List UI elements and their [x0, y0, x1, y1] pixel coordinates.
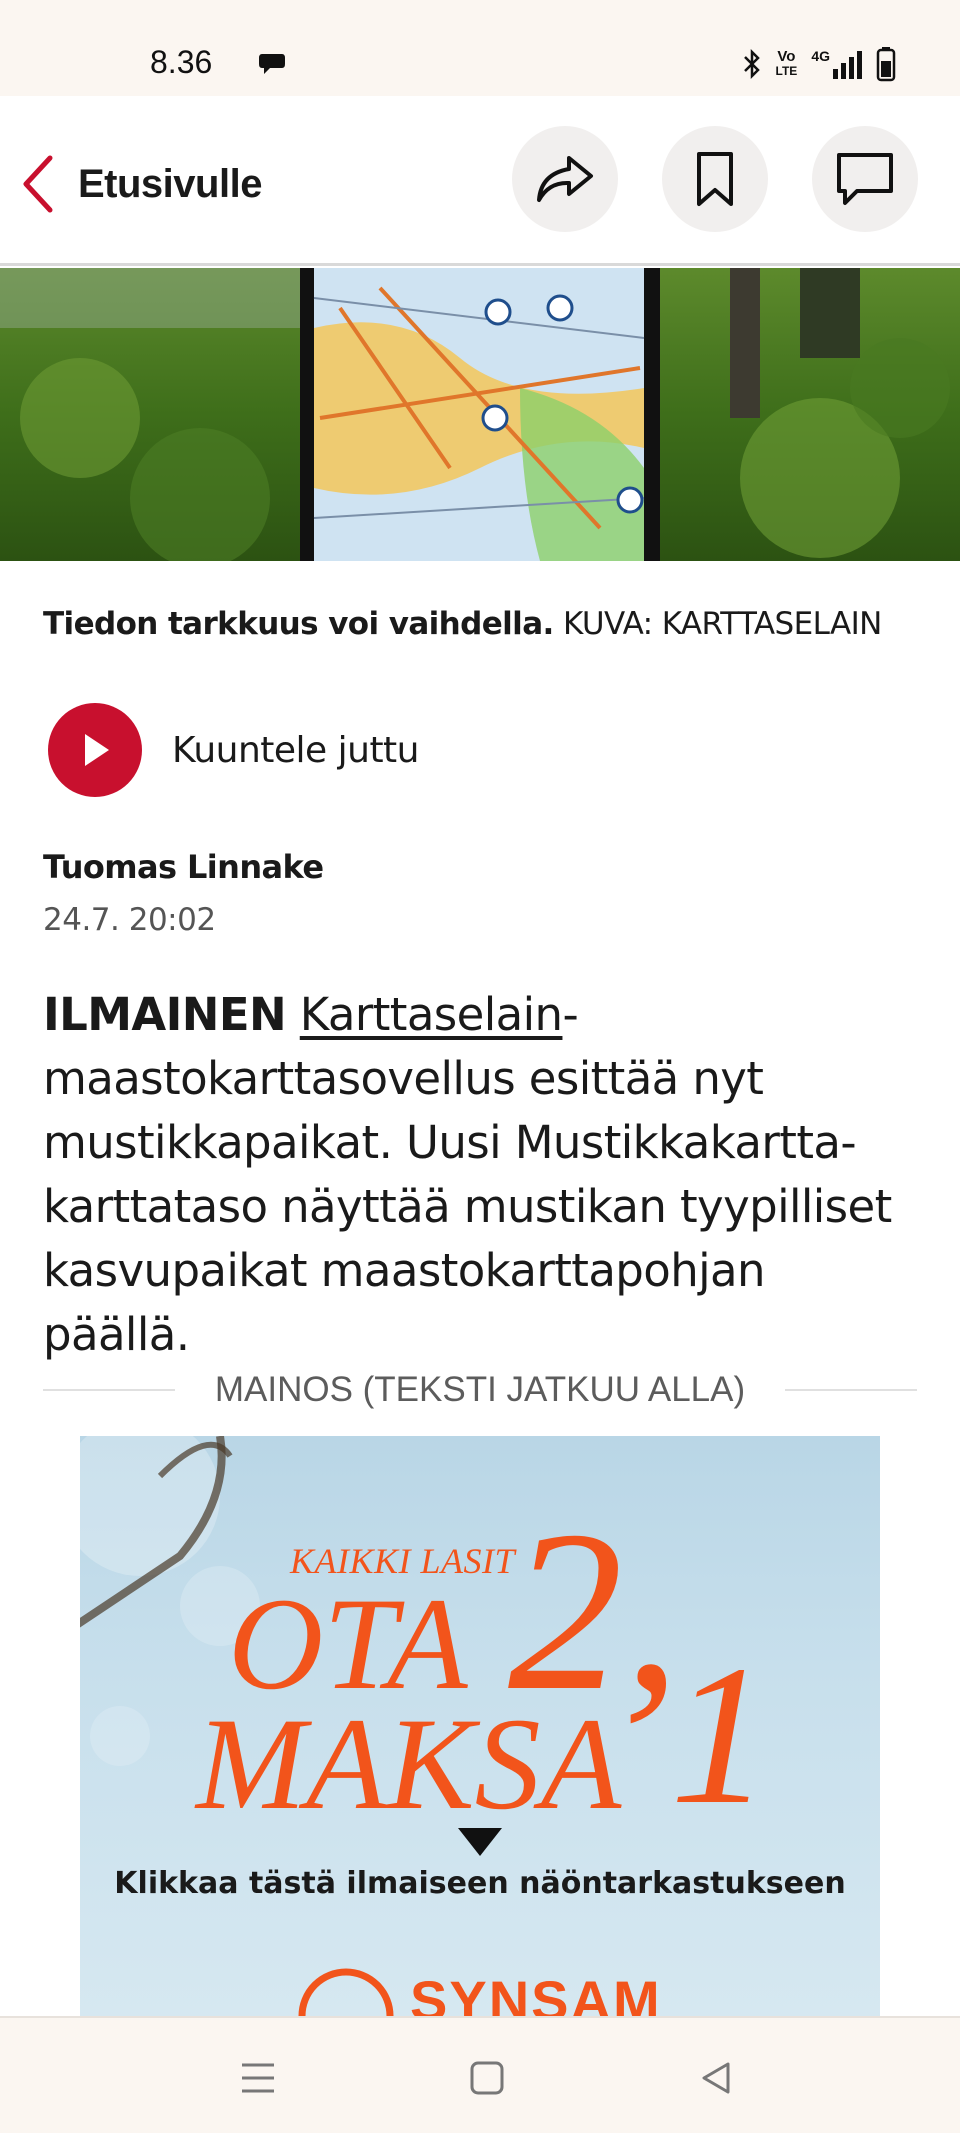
bookmark-button[interactable]	[662, 126, 768, 232]
system-nav-bar	[0, 2016, 960, 2133]
ad-arrow-icon	[458, 1828, 502, 1856]
ad-number-1: 2,	[508, 1483, 681, 1738]
ad-cta[interactable]: Klikkaa tästä ilmaiseen näöntarkastuksee…	[80, 1866, 880, 1902]
back-chevron-icon	[23, 155, 53, 213]
status-bar: 8.36 Vo LTE 4G	[0, 0, 960, 96]
article-header: Etusivulle	[0, 96, 960, 266]
signal-icon: 4G	[811, 49, 862, 79]
listen-button[interactable]: Kuuntele juttu	[48, 702, 420, 798]
bluetooth-icon	[743, 48, 760, 80]
comment-icon	[837, 153, 893, 205]
back-button[interactable]: Etusivulle	[18, 144, 278, 224]
author-name: Tuomas Linnake	[43, 848, 324, 886]
status-icons: Vo LTE 4G	[742, 46, 896, 82]
back-label: Etusivulle	[78, 161, 262, 206]
chat-bubble-icon	[259, 54, 285, 74]
share-icon	[537, 156, 593, 202]
ad-separator: MAINOS (TEKSTI JATKUU ALLA)	[43, 1368, 917, 1412]
bookmark-icon	[697, 152, 733, 206]
ad-label: MAINOS (TEKSTI JATKUU ALLA)	[214, 1370, 746, 1409]
karttaselain-link[interactable]: Karttaselain	[300, 988, 563, 1041]
caption-credit: KUVA: KARTTASELAIN	[562, 606, 882, 642]
battery-icon	[876, 47, 896, 82]
article-hero-image	[0, 268, 960, 561]
ad-brand-logo-icon	[298, 1968, 394, 2018]
nav-menu-button[interactable]	[228, 2048, 288, 2108]
ad-brand: SYNSAM	[410, 1969, 662, 2018]
status-time: 8.36	[150, 44, 213, 80]
nav-home-button[interactable]	[457, 2048, 517, 2108]
listen-label: Kuuntele juttu	[172, 729, 420, 771]
back-triangle-icon	[702, 2062, 730, 2094]
ad-number-2: 1	[670, 1625, 770, 1846]
map-phone-photo	[0, 268, 960, 561]
volte-indicator: Vo LTE	[775, 48, 798, 78]
advertisement-banner[interactable]: KAIKKI LASIT OTA MAKSA 2, 1 Klikkaa täst…	[80, 1436, 880, 2018]
image-caption: Tiedon tarkkuus voi vaihdella. KUVA: KAR…	[43, 606, 882, 642]
play-button[interactable]	[48, 703, 142, 797]
home-icon	[470, 2061, 504, 2095]
nav-back-button[interactable]	[686, 2048, 746, 2108]
comments-button[interactable]	[812, 126, 918, 232]
lead-text: -maastokarttasovellus esittää nyt mustik…	[43, 988, 892, 1361]
caption-text: Tiedon tarkkuus voi vaihdella.	[43, 606, 554, 642]
lead-kicker: ILMAINEN	[43, 988, 287, 1041]
menu-icon	[242, 2063, 274, 2093]
play-icon	[85, 734, 109, 766]
article-lead: ILMAINEN Karttaselain-maastokarttasovell…	[43, 983, 923, 1367]
share-button[interactable]	[512, 126, 618, 232]
publish-date: 24.7. 20:02	[43, 902, 216, 938]
